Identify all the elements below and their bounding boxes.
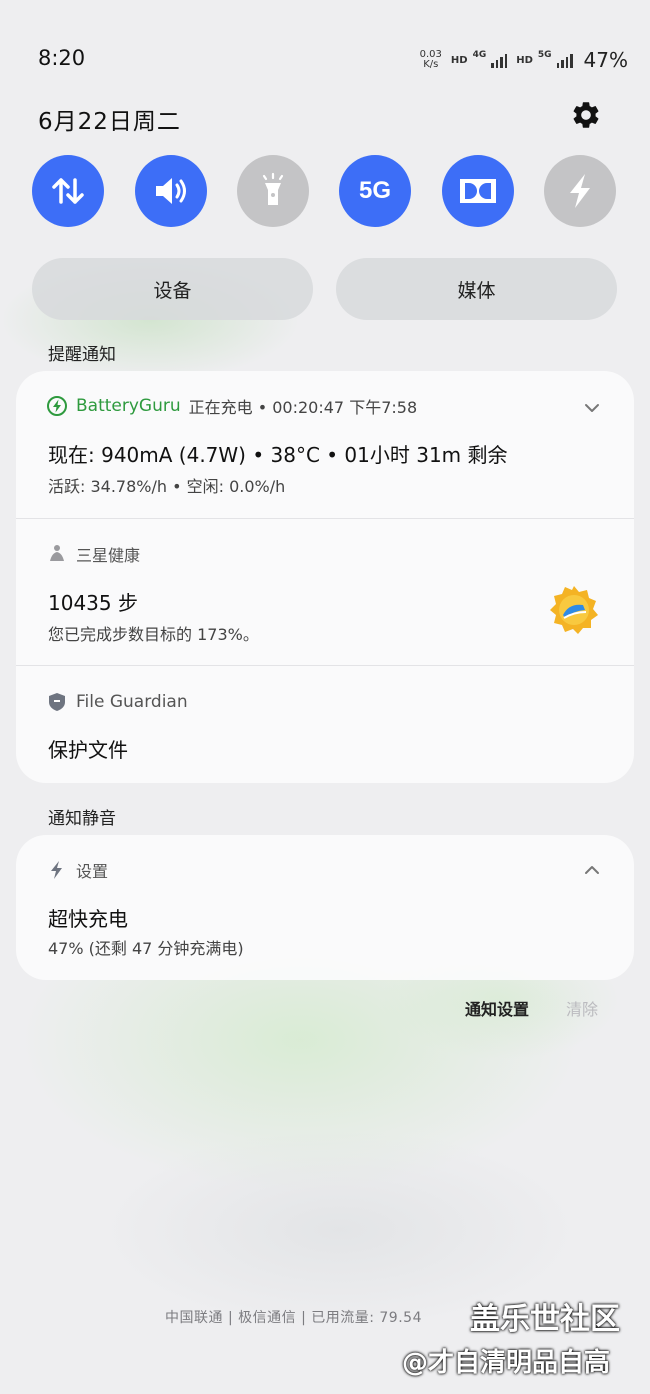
notification-body: 活跃: 34.78%/h • 空闲: 0.0%/h [48, 477, 286, 496]
divider [16, 665, 634, 666]
notification-header: 三星健康 [46, 542, 140, 566]
watermark-title: 盖乐世社区 [470, 1302, 620, 1337]
status-icons: 0.03 K/s HD 4G HD 5G 47% [420, 44, 628, 76]
carrier-info: 中国联通 | 极信通信 | 已用流量: 79.54 [165, 1310, 422, 1326]
notification-body: 47% (还剩 47 分钟充满电) [48, 939, 244, 958]
dolby-toggle[interactable] [442, 155, 514, 227]
5g-icon: 5G [358, 177, 391, 204]
alerts-section-title: 提醒通知 [48, 345, 116, 365]
date-label: 6月22日周二 [38, 109, 181, 135]
devices-button[interactable]: 设备 [32, 258, 313, 320]
network-type: 5G [537, 50, 552, 60]
battery-level: 47% [583, 48, 628, 72]
sound-toggle[interactable] [135, 155, 207, 227]
battery-guru-icon [47, 396, 67, 416]
network-type: 4G [472, 50, 487, 60]
signal-icon [556, 52, 573, 68]
flashlight-icon [262, 172, 284, 205]
notification-header: BatteryGuru 正在充电 • 00:20:47 下午7:58 [46, 394, 417, 418]
notification-title: 保护文件 [48, 738, 128, 762]
lightning-icon [570, 174, 590, 208]
notification-settings-button[interactable]: 通知设置 [465, 996, 529, 1020]
clear-button[interactable]: 清除 [566, 996, 598, 1020]
lightning-icon [51, 861, 62, 879]
notification-title: 现在: 940mA (4.7W) • 38°C • 01小时 31m 剩余 [48, 443, 508, 467]
flashlight-toggle[interactable] [237, 155, 309, 227]
data-transfer-toggle[interactable] [32, 155, 104, 227]
watermark-author: @才自清明品自高 [402, 1348, 611, 1378]
alerts-card: BatteryGuru 正在充电 • 00:20:47 下午7:58 现在: 9… [16, 371, 634, 783]
lightning-toggle[interactable] [544, 155, 616, 227]
hd-badge: HD [450, 54, 468, 66]
app-name: File Guardian [76, 692, 188, 712]
sound-icon [156, 178, 186, 204]
5g-toggle[interactable]: 5G [339, 155, 411, 227]
app-name: 设置 [76, 862, 109, 881]
silent-section-title: 通知静音 [48, 809, 116, 829]
hd-badge: HD [516, 54, 533, 66]
shield-icon [49, 693, 65, 711]
samsung-health-icon [50, 545, 64, 561]
net-speed-unit: K/s [423, 59, 439, 70]
notification-title: 超快充电 [48, 907, 128, 931]
chevron-down-icon[interactable] [582, 398, 602, 418]
net-speed: 0.03 K/s [420, 50, 442, 70]
media-button[interactable]: 媒体 [336, 258, 617, 320]
data-transfer-icon [52, 178, 84, 204]
signal-icon [491, 52, 508, 68]
notification-header: 设置 [46, 858, 108, 882]
divider [16, 518, 634, 519]
chevron-up-icon[interactable] [582, 860, 602, 880]
step-goal-badge-icon [550, 586, 598, 634]
notification-body: 您已完成步数目标的 173%。 [48, 625, 259, 644]
dolby-icon [460, 179, 496, 203]
notification-header: File Guardian [46, 691, 188, 713]
silent-card: 设置 超快充电 47% (还剩 47 分钟充满电) [16, 835, 634, 980]
notification-title: 10435 步 [48, 591, 138, 615]
app-name: BatteryGuru [76, 396, 181, 416]
status-time: 8:20 [38, 46, 86, 70]
notification-meta: 正在充电 • 00:20:47 下午7:58 [188, 398, 418, 417]
app-name: 三星健康 [76, 546, 141, 565]
gear-icon[interactable] [570, 99, 602, 131]
